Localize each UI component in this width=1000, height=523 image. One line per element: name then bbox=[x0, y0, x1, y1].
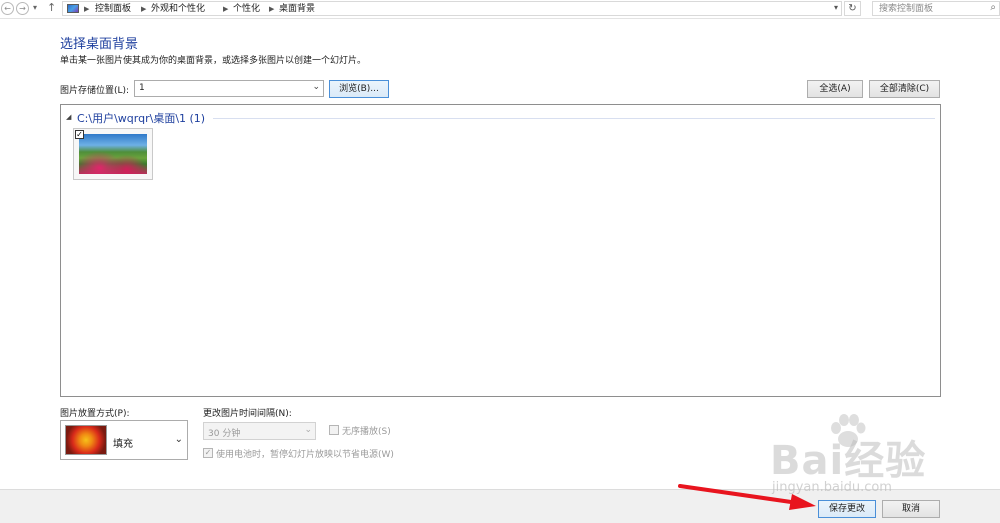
breadcrumb-separator-icon: ▶ bbox=[223, 5, 229, 13]
picture-position-label: 图片放置方式(P): bbox=[60, 409, 130, 419]
cancel-button[interactable]: 取消 bbox=[882, 500, 940, 518]
breadcrumb-separator-icon: ▶ bbox=[84, 5, 90, 13]
chevron-down-icon: ⌄ bbox=[304, 425, 312, 435]
control-panel-icon bbox=[67, 4, 79, 13]
clear-all-button[interactable]: 全部清除(C) bbox=[869, 80, 940, 98]
collapse-triangle-icon[interactable]: ◢ bbox=[66, 113, 71, 121]
picture-position-value: 填充 bbox=[113, 439, 133, 450]
breadcrumb-separator-icon: ▶ bbox=[141, 5, 147, 13]
up-icon[interactable]: ↑ bbox=[47, 1, 56, 14]
browse-button[interactable]: 浏览(B)... bbox=[329, 80, 389, 98]
save-button[interactable]: 保存更改 bbox=[818, 500, 876, 518]
watermark-url: jingyan.baidu.com bbox=[772, 480, 892, 495]
select-all-button[interactable]: 全选(A) bbox=[807, 80, 863, 98]
location-select[interactable]: 1 ⌄ bbox=[134, 80, 324, 97]
breadcrumb-item-desktop-background[interactable]: 桌面背景 bbox=[279, 3, 315, 15]
refresh-icon[interactable]: ↻ bbox=[844, 1, 861, 16]
position-preview-image bbox=[65, 425, 107, 455]
breadcrumb-item-appearance[interactable]: 外观和个性化 bbox=[151, 3, 205, 15]
page-description: 单击某一张图片使其成为你的桌面背景，或选择多张图片以创建一个幻灯片。 bbox=[60, 56, 367, 66]
shuffle-checkbox[interactable] bbox=[329, 425, 339, 435]
watermark-text: Bai经验 bbox=[770, 438, 927, 484]
shuffle-label[interactable]: 无序播放(S) bbox=[342, 424, 391, 437]
chevron-down-icon: ⌄ bbox=[174, 434, 183, 445]
address-bar: ← → ▾ ↑ ▶ 控制面板 ▶ 外观和个性化 ▶ 个性化 ▶ 桌面背景 ▾ ↻… bbox=[0, 0, 1000, 19]
search-placeholder: 搜索控制面板 bbox=[879, 4, 934, 14]
chevron-down-icon[interactable]: ▾ bbox=[834, 3, 838, 12]
search-icon[interactable]: ⌕ bbox=[990, 2, 996, 13]
battery-checkbox[interactable]: ✓ bbox=[203, 448, 213, 458]
forward-icon[interactable]: → bbox=[16, 2, 29, 15]
baidu-watermark: Bai经验 jingyan.baidu.com bbox=[760, 414, 1000, 499]
wallpaper-image bbox=[79, 134, 147, 174]
interval-label: 更改图片时间间隔(N): bbox=[203, 409, 292, 419]
location-label: 图片存储位置(L): bbox=[60, 86, 130, 96]
battery-label[interactable]: 使用电池时，暂停幻灯片放映以节省电源(W) bbox=[216, 447, 394, 460]
breadcrumb-separator-icon: ▶ bbox=[269, 5, 275, 13]
breadcrumb-item-control-panel[interactable]: 控制面板 bbox=[95, 3, 131, 15]
breadcrumb[interactable]: ▶ 控制面板 ▶ 外观和个性化 ▶ 个性化 ▶ 桌面背景 ▾ bbox=[62, 1, 842, 16]
interval-value: 30 分钟 bbox=[208, 429, 241, 439]
group-divider bbox=[213, 118, 935, 119]
image-gallery: ◢ C:\用户\wqrqr\桌面\1 (1) ✓ bbox=[60, 104, 941, 397]
page-title: 选择桌面背景 bbox=[60, 37, 139, 52]
location-value: 1 bbox=[139, 83, 145, 93]
checkbox-icon[interactable]: ✓ bbox=[75, 130, 84, 139]
search-input[interactable]: 搜索控制面板 ⌕ bbox=[872, 1, 1000, 16]
gallery-group-title[interactable]: C:\用户\wqrqr\桌面\1 (1) bbox=[77, 110, 205, 126]
interval-select[interactable]: 30 分钟 ⌄ bbox=[203, 422, 316, 440]
picture-position-select[interactable]: 填充 ⌄ bbox=[60, 420, 188, 460]
breadcrumb-item-personalization[interactable]: 个性化 bbox=[233, 3, 260, 15]
chevron-down-icon: ⌄ bbox=[312, 82, 320, 92]
back-icon[interactable]: ← bbox=[1, 2, 14, 15]
wallpaper-thumbnail[interactable]: ✓ bbox=[73, 128, 153, 180]
recent-dropdown-icon[interactable]: ▾ bbox=[33, 3, 37, 12]
